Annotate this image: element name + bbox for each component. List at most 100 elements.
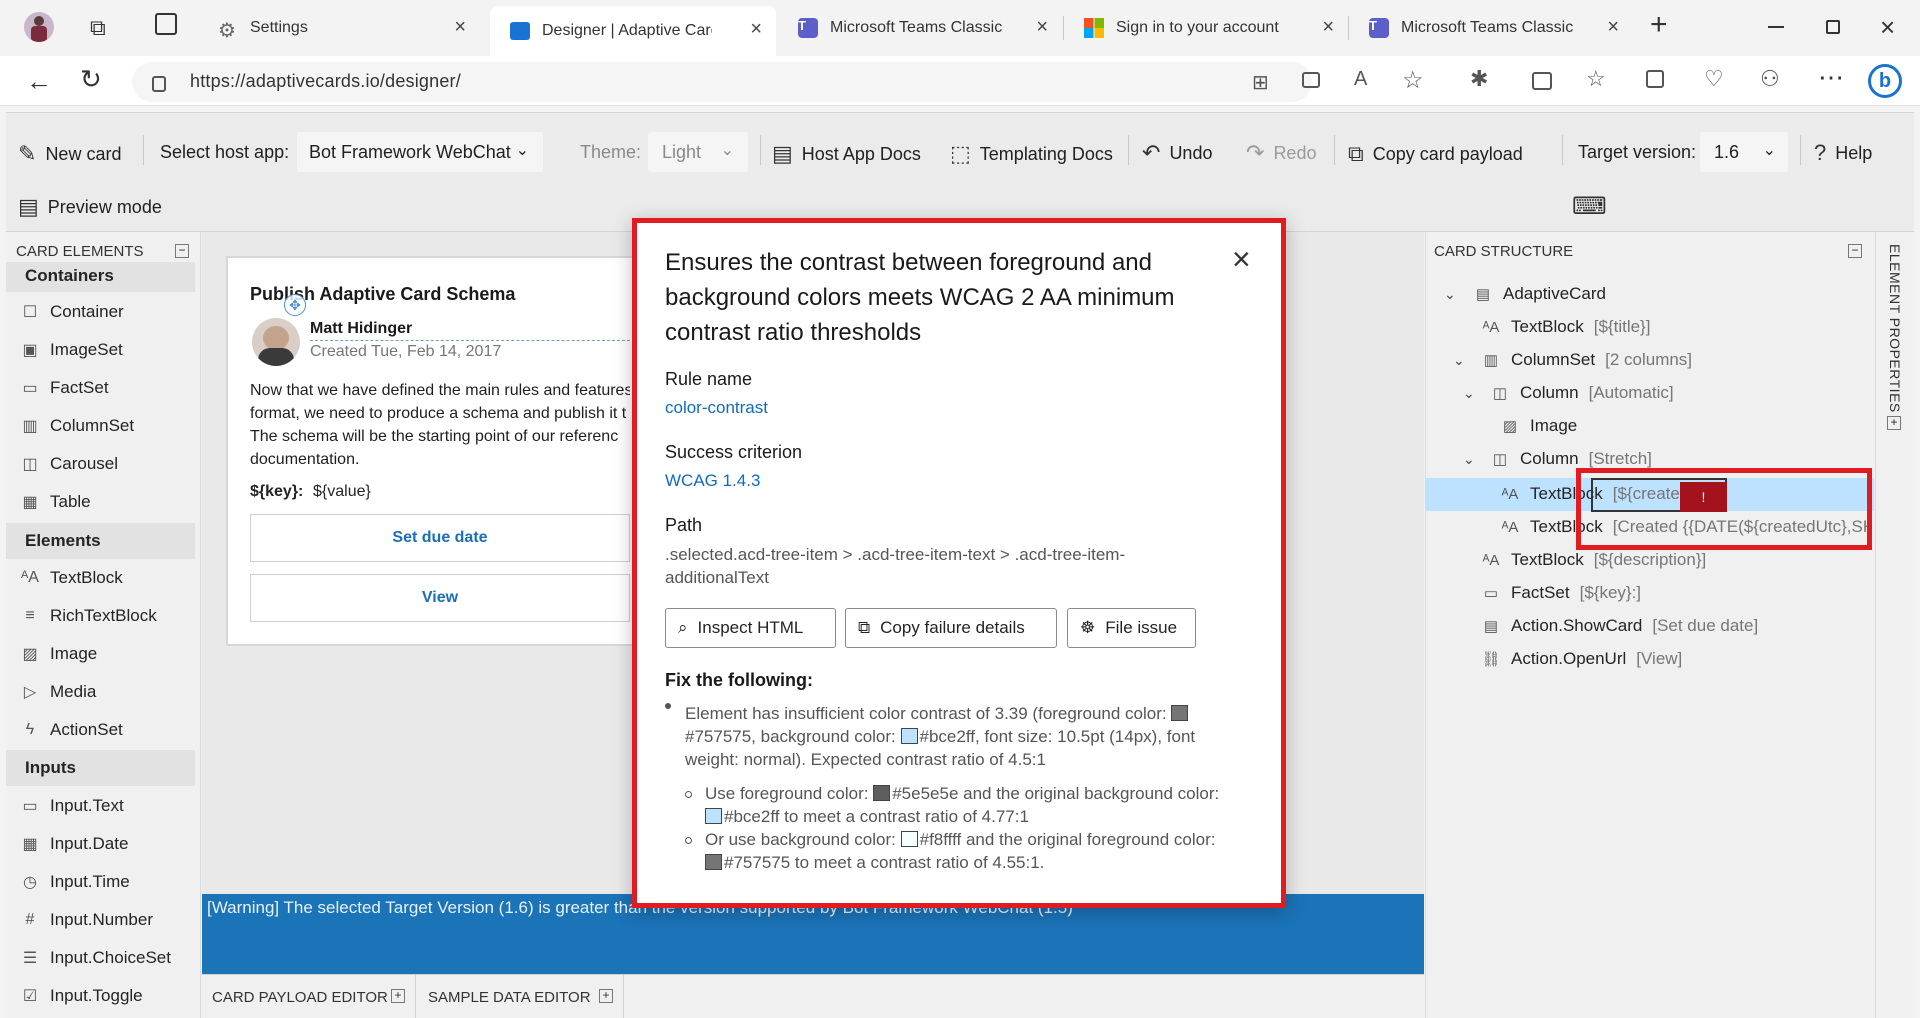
tree-item-factset[interactable]: ▭ FactSet [${key}:] — [1481, 583, 1641, 603]
element-input-text[interactable]: ▭ Input.Text — [20, 796, 123, 816]
collections-icon[interactable] — [1646, 70, 1664, 88]
extensions-icon[interactable]: ✱ — [1470, 66, 1488, 92]
close-icon[interactable]: × — [454, 17, 466, 37]
chevron-down-icon[interactable]: ⌄ — [1463, 451, 1475, 468]
view-button[interactable]: View — [250, 574, 630, 622]
element-carousel[interactable]: ◫ Carousel — [20, 454, 118, 474]
tree-item-textblock-description[interactable]: ᴬA TextBlock [${description}] — [1481, 550, 1707, 570]
collapse-panel-icon[interactable]: − — [175, 244, 189, 258]
element-columnset[interactable]: ▥ ColumnSet — [20, 416, 134, 436]
element-properties-sidebar[interactable]: ELEMENT PROPERTIES + — [1875, 232, 1914, 1018]
redo-button[interactable]: ↷ Redo — [1246, 140, 1316, 166]
element-table[interactable]: ▦ Table — [20, 492, 90, 512]
tree-item-action-openurl[interactable]: ⛓ Action.OpenUrl [View] — [1481, 649, 1682, 669]
element-input-toggle[interactable]: ☑ Input.Toggle — [20, 986, 143, 1006]
lock-icon[interactable] — [152, 76, 166, 92]
split-screen-icon[interactable] — [1532, 72, 1552, 90]
inspect-html-button[interactable]: ⌕ Inspect HTML — [665, 608, 836, 648]
collapse-panel-icon[interactable]: − — [1848, 244, 1862, 258]
tab-designer[interactable]: Designer | Adaptive Card × — [490, 6, 776, 56]
shopping-icon[interactable] — [1302, 72, 1320, 88]
host-app-dropdown[interactable]: Bot Framework WebChat ⌄ — [297, 132, 543, 172]
tree-item-adaptivecard[interactable]: ▤ AdaptiveCard — [1473, 284, 1606, 304]
set-due-date-button[interactable]: Set due date — [250, 514, 630, 562]
chevron-down-icon[interactable]: ⌄ — [1453, 352, 1465, 369]
theme-dropdown[interactable]: Light ⌄ — [648, 132, 748, 172]
element-container[interactable]: ☐ Container — [20, 302, 124, 322]
rule-name-link[interactable]: color-contrast — [665, 398, 768, 418]
favorites-icon[interactable]: ☆ — [1586, 66, 1606, 92]
new-tab-button[interactable]: + — [1650, 8, 1668, 42]
workspaces-icon[interactable]: ⧉ — [90, 15, 106, 41]
copilot-icon[interactable]: b — [1868, 64, 1902, 98]
tree-item-action-showcard[interactable]: ▤ Action.ShowCard [Set due date] — [1481, 616, 1758, 636]
performance-icon[interactable]: ⚇ — [1760, 66, 1780, 92]
element-imageset[interactable]: ▣ ImageSet — [20, 340, 122, 360]
card-description[interactable]: Now that we have defined the main rules … — [250, 379, 630, 471]
tree-item-column-auto[interactable]: ◫ Column [Automatic] — [1490, 383, 1674, 403]
profile-avatar[interactable] — [24, 12, 54, 42]
expand-icon[interactable]: + — [1887, 416, 1901, 430]
preview-mode-button[interactable]: ▤ Preview mode — [18, 194, 162, 220]
tab-sample-data-editor[interactable]: SAMPLE DATA EDITOR + — [416, 975, 624, 1018]
minimize-button[interactable] — [1768, 26, 1784, 28]
favorite-star-icon[interactable]: ☆ — [1402, 66, 1424, 95]
element-input-number[interactable]: # Input.Number — [20, 910, 153, 930]
fix-text: #f8ffff and the original foreground colo… — [919, 830, 1216, 849]
templating-docs-button[interactable]: ⬚ Templating Docs — [950, 141, 1113, 167]
copy-card-payload-button[interactable]: ⧉ Copy card payload — [1348, 141, 1523, 167]
element-richtextblock[interactable]: ≡ RichTextBlock — [20, 606, 156, 626]
tree-item-image[interactable]: ▨ Image — [1500, 416, 1577, 436]
file-issue-button[interactable]: ☸ File issue — [1067, 608, 1196, 648]
drag-handle-icon[interactable]: ✥ — [284, 294, 306, 316]
tree-sublabel: [Set due date] — [1652, 616, 1759, 635]
target-version-dropdown[interactable]: 1.6 ⌄ — [1700, 132, 1788, 172]
element-input-date[interactable]: ▦ Input.Date — [20, 834, 128, 854]
chevron-down-icon[interactable]: ⌄ — [1463, 385, 1475, 402]
tab-sign-in[interactable]: Sign in to your account × — [1064, 8, 1348, 48]
element-media[interactable]: ▷ Media — [20, 682, 96, 702]
tab-settings[interactable]: ⚙ Settings × — [198, 8, 480, 48]
dialog-close-button[interactable]: × — [1232, 243, 1251, 275]
tree-item-columnset[interactable]: ▥ ColumnSet [2 columns] — [1481, 350, 1692, 370]
success-criterion-link[interactable]: WCAG 1.4.3 — [665, 471, 760, 491]
tab-title: Settings — [250, 19, 308, 36]
read-aloud-icon[interactable]: A — [1354, 68, 1367, 91]
copy-failure-details-button[interactable]: ⧉ Copy failure details — [845, 608, 1057, 648]
close-icon[interactable]: × — [750, 19, 762, 39]
host-app-docs-button[interactable]: ▤ Host App Docs — [772, 141, 921, 167]
element-factset[interactable]: ▭ FactSet — [20, 378, 108, 398]
avatar[interactable] — [252, 318, 300, 366]
window-close-button[interactable]: × — [1880, 12, 1895, 43]
new-card-button[interactable]: ✎ New card — [18, 141, 121, 167]
help-button[interactable]: ? Help — [1814, 140, 1872, 166]
element-textblock[interactable]: ᴬA TextBlock — [20, 568, 123, 588]
refresh-button[interactable]: ↻ — [80, 64, 102, 95]
close-icon[interactable]: × — [1036, 17, 1048, 37]
author-name[interactable]: Matt Hidinger — [310, 320, 630, 341]
back-button[interactable]: ← — [26, 66, 52, 97]
app-available-icon[interactable]: ⊞ — [1252, 70, 1269, 95]
close-icon[interactable]: × — [1322, 17, 1334, 37]
url-text[interactable]: https://adaptivecards.io/designer/ — [190, 71, 461, 92]
element-input-time[interactable]: ◷ Input.Time — [20, 872, 130, 892]
element-actionset[interactable]: ϟ ActionSet — [20, 720, 123, 740]
tab-teams-1[interactable]: T Microsoft Teams Classic × — [778, 8, 1062, 48]
tab-teams-2[interactable]: T Microsoft Teams Classic × — [1349, 8, 1633, 48]
tab-actions-icon[interactable] — [155, 13, 177, 35]
created-date[interactable]: Created Tue, Feb 14, 2017 — [310, 343, 501, 361]
close-icon[interactable]: × — [1607, 17, 1619, 37]
expand-icon[interactable]: + — [391, 989, 405, 1003]
feedback-icon[interactable]: ⌨ — [1572, 192, 1607, 221]
browser-essentials-icon[interactable]: ♡ — [1704, 66, 1724, 92]
more-menu-icon[interactable]: ⋯ — [1818, 62, 1844, 93]
maximize-button[interactable] — [1826, 20, 1840, 34]
element-image[interactable]: ▨ Image — [20, 644, 97, 664]
chevron-down-icon[interactable]: ⌄ — [1444, 286, 1456, 303]
expand-icon[interactable]: + — [599, 989, 613, 1003]
tree-item-textblock-title[interactable]: ᴬA TextBlock [${title}] — [1481, 317, 1651, 337]
element-input-choiceset[interactable]: ☰ Input.ChoiceSet — [20, 948, 171, 968]
tab-card-payload-editor[interactable]: CARD PAYLOAD EDITOR + — [202, 975, 416, 1018]
undo-button[interactable]: ↶ Undo — [1142, 140, 1212, 166]
tree-item-column-stretch[interactable]: ◫ Column [Stretch] — [1490, 449, 1652, 469]
